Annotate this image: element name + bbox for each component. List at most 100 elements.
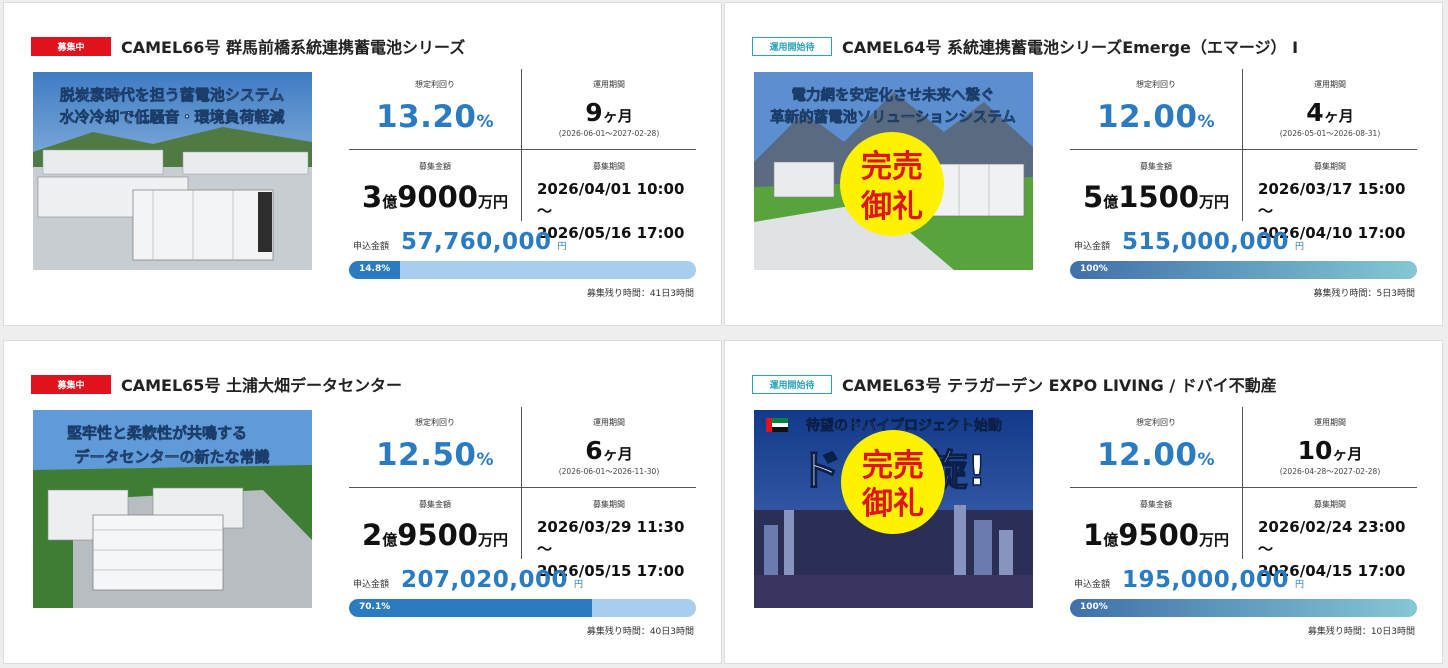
fund-stats: 想定利回り 12.50% 運用期間 6ヶ月 (2026-06-01～2026-1… <box>349 407 696 580</box>
card-header: 募集中 CAMEL66号 群馬前橋系統連携蓄電池シリーズ <box>31 34 465 58</box>
divider <box>1242 407 1243 559</box>
period-range: (2026-06-01～2026-11-30) <box>558 467 660 476</box>
amount-cell: 募集金額 2億9500万円 <box>349 489 521 552</box>
divider <box>349 487 696 488</box>
recruit-label: 募集期間 <box>1314 500 1346 509</box>
fund-image[interactable]: 堅牢性と柔軟性が共鳴する データセンターの新たな常識 <box>33 410 312 608</box>
yield-cell: 想定利回り 12.50% <box>349 407 521 473</box>
progress-fill <box>1070 599 1417 617</box>
image-caption-line1: 脱炭素時代を担う蓄電池システム <box>60 86 285 104</box>
svg-text:完売: 完売 <box>862 448 924 484</box>
status-badge: 運用開始待 <box>752 374 832 394</box>
image-caption-line1: 堅牢性と柔軟性が共鳴する <box>67 424 247 442</box>
fund-image[interactable]: 電力網を安定化させ未来へ繋ぐ 革新的蓄電池ソリューションシステム 完売 御礼 <box>754 72 1033 270</box>
remaining-time: 募集残り時間：5日3時間 <box>1313 289 1415 299</box>
image-caption-line2: データセンターの新たな常識 <box>74 448 269 466</box>
fund-title[interactable]: CAMEL66号 群馬前橋系統連携蓄電池シリーズ <box>121 34 465 58</box>
amount-value: 1億9500万円 <box>1083 518 1229 552</box>
progress-bar: 14.8% <box>349 261 696 279</box>
recruit-label: 募集期間 <box>593 500 625 509</box>
progress-percent: 70.1% <box>359 602 391 612</box>
period-cell: 運用期間 9ヶ月 (2026-06-01～2027-02-28) <box>523 69 695 139</box>
progress-percent: 14.8% <box>359 264 391 274</box>
divider <box>1070 149 1417 150</box>
fund-card[interactable]: 運用開始待 CAMEL63号 テラガーデン EXPO LIVING / ドバイ不… <box>724 340 1443 664</box>
yield-value: 12.50% <box>375 437 495 473</box>
svg-text:御礼: 御礼 <box>861 486 924 522</box>
status-badge: 募集中 <box>31 36 111 56</box>
sold-out-stamp: 完売 御礼 <box>841 430 945 534</box>
fund-image[interactable]: 待望のドバイプロジェクト始動 ドバイ旋! 完売 御礼 <box>754 410 1033 608</box>
fund-card-grid: 募集中 CAMEL66号 群馬前橋系統連携蓄電池シリーズ 脱炭素時代を担う蓄電池… <box>0 0 1448 668</box>
amount-label: 募集金額 <box>1140 500 1172 509</box>
fund-image[interactable]: 脱炭素時代を担う蓄電池システム 水冷冷却で低騒音・環境負荷軽減 <box>33 72 312 270</box>
card-header: 募集中 CAMEL65号 土浦大畑データセンター <box>31 372 402 396</box>
period-value: 6ヶ月 <box>585 436 633 465</box>
yield-label: 想定利回り <box>415 80 455 89</box>
progress-bar: 70.1% <box>349 599 696 617</box>
recruit-label: 募集期間 <box>1314 162 1346 171</box>
image-caption-line2: 革新的蓄電池ソリューションシステム <box>770 108 1016 126</box>
applied-amount: 申込金額 207,020,000 円 <box>353 567 584 593</box>
yield-cell: 想定利回り 13.20% <box>349 69 521 135</box>
remaining-time: 募集残り時間：10日3時間 <box>1307 627 1415 637</box>
period-label: 運用期間 <box>1314 80 1346 89</box>
period-label: 運用期間 <box>1314 418 1346 427</box>
yield-cell: 想定利回り 12.00% <box>1070 407 1242 473</box>
remaining-time: 募集残り時間：40日3時間 <box>586 627 694 637</box>
amount-cell: 募集金額 5億1500万円 <box>1070 151 1242 214</box>
amount-cell: 募集金額 3億9000万円 <box>349 151 521 214</box>
fund-stats: 想定利回り 12.00% 運用期間 4ヶ月 (2026-05-01～2026-0… <box>1070 69 1417 242</box>
image-caption-line2: 水冷冷却で低騒音・環境負荷軽減 <box>59 108 284 126</box>
svg-text:御礼: 御礼 <box>860 189 923 225</box>
yield-label: 想定利回り <box>1136 418 1176 427</box>
divider <box>349 149 696 150</box>
yield-value: 12.00% <box>1096 99 1216 135</box>
recruit-label: 募集期間 <box>593 162 625 171</box>
yield-cell: 想定利回り 12.00% <box>1070 69 1242 135</box>
amount-cell: 募集金額 1億9500万円 <box>1070 489 1242 552</box>
period-value: 9ヶ月 <box>585 98 633 127</box>
amount-label: 募集金額 <box>1140 162 1172 171</box>
fund-card[interactable]: 運用開始待 CAMEL64号 系統連携蓄電池シリーズEmerge（エマージ） I… <box>724 2 1443 326</box>
status-badge: 募集中 <box>31 374 111 394</box>
fund-stats: 想定利回り 13.20% 運用期間 9ヶ月 (2026-06-01～2027-0… <box>349 69 696 242</box>
applied-amount: 申込金額 515,000,000 円 <box>1074 229 1305 255</box>
period-value: 4ヶ月 <box>1306 98 1354 127</box>
card-header: 運用開始待 CAMEL63号 テラガーデン EXPO LIVING / ドバイ不… <box>752 372 1277 396</box>
divider <box>521 69 522 221</box>
amount-label: 募集金額 <box>419 500 451 509</box>
fund-title[interactable]: CAMEL63号 テラガーデン EXPO LIVING / ドバイ不動産 <box>842 372 1277 396</box>
progress-percent: 100% <box>1080 264 1108 274</box>
progress-bar: 100% <box>1070 599 1417 617</box>
amount-label: 募集金額 <box>419 162 451 171</box>
period-cell: 運用期間 10ヶ月 (2026-04-28～2027-02-28) <box>1244 407 1416 477</box>
yield-label: 想定利回り <box>415 418 455 427</box>
period-cell: 運用期間 4ヶ月 (2026-05-01～2026-08-31) <box>1244 69 1416 139</box>
period-range: (2026-05-01～2026-08-31) <box>1279 129 1381 138</box>
period-cell: 運用期間 6ヶ月 (2026-06-01～2026-11-30) <box>523 407 695 477</box>
fund-stats: 想定利回り 12.00% 運用期間 10ヶ月 (2026-04-28～2027-… <box>1070 407 1417 580</box>
fund-title[interactable]: CAMEL64号 系統連携蓄電池シリーズEmerge（エマージ） I <box>842 34 1298 58</box>
svg-text:完売: 完売 <box>861 149 923 185</box>
fund-card[interactable]: 募集中 CAMEL65号 土浦大畑データセンター 堅牢性と柔軟性が共鳴する デー… <box>3 340 722 664</box>
sold-out-stamp: 完売 御礼 <box>840 132 944 236</box>
fund-card[interactable]: 募集中 CAMEL66号 群馬前橋系統連携蓄電池シリーズ 脱炭素時代を担う蓄電池… <box>3 2 722 326</box>
yield-label: 想定利回り <box>1136 80 1176 89</box>
divider <box>1070 487 1417 488</box>
amount-value: 2億9500万円 <box>362 518 508 552</box>
status-badge: 運用開始待 <box>752 36 832 56</box>
card-header: 運用開始待 CAMEL64号 系統連携蓄電池シリーズEmerge（エマージ） I <box>752 34 1298 58</box>
divider <box>1242 69 1243 221</box>
period-range: (2026-04-28～2027-02-28) <box>1279 467 1381 476</box>
fund-title[interactable]: CAMEL65号 土浦大畑データセンター <box>121 372 402 396</box>
image-caption-line1: 電力網を安定化させ未来へ繋ぐ <box>792 86 995 104</box>
remaining-time: 募集残り時間：41日3時間 <box>586 289 694 299</box>
period-range: (2026-06-01～2027-02-28) <box>558 129 660 138</box>
period-value: 10ヶ月 <box>1297 436 1363 465</box>
progress-fill <box>1070 261 1417 279</box>
applied-amount: 申込金額 57,760,000 円 <box>353 229 567 255</box>
applied-amount: 申込金額 195,000,000 円 <box>1074 567 1305 593</box>
amount-value: 5億1500万円 <box>1083 180 1229 214</box>
progress-bar: 100% <box>1070 261 1417 279</box>
